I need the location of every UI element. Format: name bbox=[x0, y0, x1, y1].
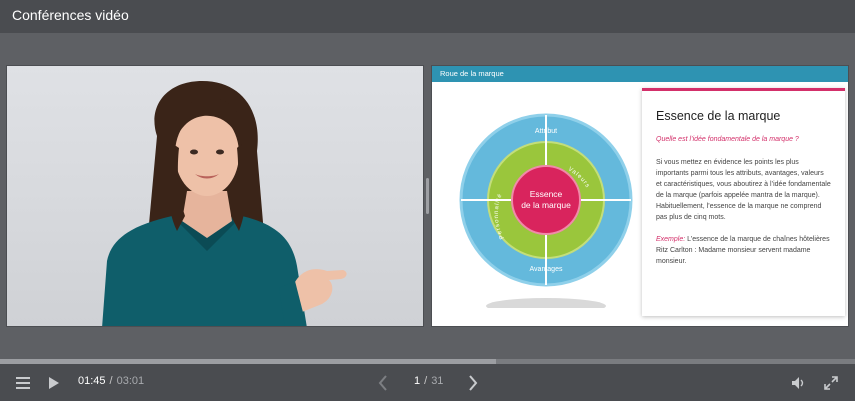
video-conference-player: Conférences vidéo Roue de la marque Esse… bbox=[0, 0, 855, 401]
presenter-figure bbox=[102, 81, 347, 326]
chevron-left-icon[interactable] bbox=[376, 374, 390, 392]
player-controls: 01:45/03:01 1/31 bbox=[0, 364, 855, 401]
essence-card: Essence de la marque Quelle est l’idée f… bbox=[642, 88, 845, 316]
fullscreen-icon[interactable] bbox=[822, 375, 840, 391]
total-time: 03:01 bbox=[116, 375, 145, 387]
time-separator: / bbox=[109, 375, 113, 387]
current-slide: 1 bbox=[414, 375, 421, 387]
slide-header: Roue de la marque bbox=[432, 66, 848, 82]
presenter-video[interactable] bbox=[6, 65, 424, 327]
wheel-shadow bbox=[486, 298, 606, 308]
card-question: Quelle est l’idée fondamentale de la mar… bbox=[656, 136, 799, 143]
slide-pane: Roue de la marque Essence de la marque A… bbox=[431, 65, 849, 327]
play-icon[interactable] bbox=[46, 375, 62, 391]
wheel-center-line1: Essence bbox=[530, 189, 563, 199]
wheel-label-top: Attribut bbox=[535, 128, 557, 135]
card-body: Si vous mettez en évidence les points le… bbox=[656, 159, 831, 221]
playback-time: 01:45/03:01 bbox=[78, 375, 144, 387]
slide-separator: / bbox=[424, 375, 428, 387]
pane-splitter-handle[interactable] bbox=[426, 178, 429, 214]
menu-icon[interactable] bbox=[14, 375, 32, 391]
card-example: Exemple: L’essence de la marque de chaîn… bbox=[656, 234, 831, 267]
slide-pager: 1/31 bbox=[414, 375, 443, 387]
brand-wheel-diagram: Essence de la marque Attribut Avantages … bbox=[459, 113, 633, 308]
current-time: 01:45 bbox=[78, 375, 106, 387]
total-slides: 31 bbox=[431, 375, 444, 387]
window-title: Conférences vidéo bbox=[0, 0, 855, 33]
presentation-stage: Roue de la marque Essence de la marque A… bbox=[0, 33, 855, 359]
wheel-center-line2: de la marque bbox=[521, 200, 571, 210]
card-title: Essence de la marque bbox=[656, 109, 781, 123]
volume-icon[interactable] bbox=[790, 375, 808, 391]
wheel-label-bottom: Avantages bbox=[530, 266, 563, 273]
chevron-right-icon[interactable] bbox=[466, 374, 480, 392]
example-label: Exemple: bbox=[656, 236, 686, 243]
